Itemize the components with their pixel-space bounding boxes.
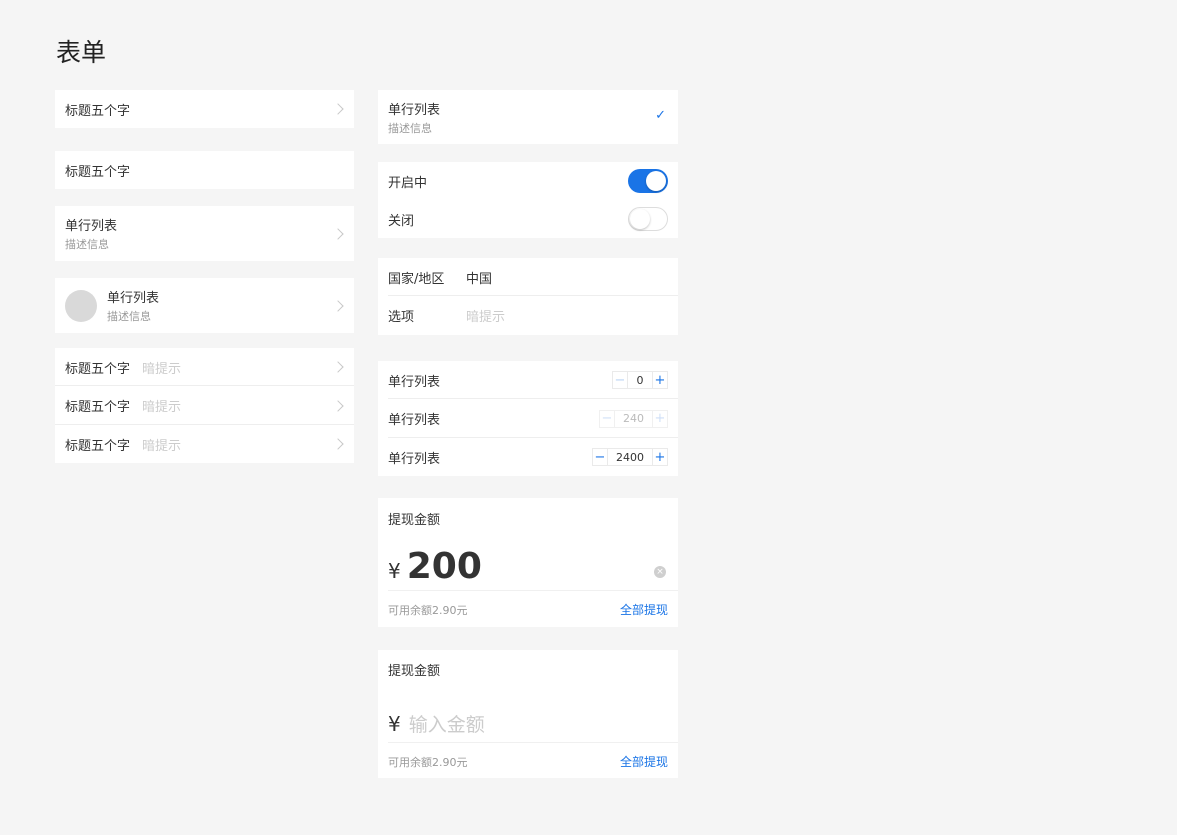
toggle-switch-off[interactable] [628,207,668,231]
minus-button[interactable]: − [599,409,615,428]
chevron-right-icon [332,438,344,450]
switch-label: 开启中 [388,175,428,191]
amount-input[interactable]: ¥ 200 [388,546,482,587]
field-label: 国家/地区 [388,271,445,287]
plus-button[interactable]: + [652,409,668,428]
avatar-row-card[interactable]: 单行列表 描述信息 [55,278,354,333]
list-item[interactable]: 标题五个字 暗提示 [55,425,354,463]
checkmark-icon: ✓ [655,108,666,123]
amount-input[interactable]: ¥ 输入金额 [388,710,485,737]
chevron-right-icon [332,361,344,373]
stepper-label: 单行列表 [388,451,441,467]
plain-row-card: 标题五个字 [55,151,354,189]
stepper-label: 单行列表 [388,374,441,390]
field-row[interactable]: 选项 暗提示 [378,296,678,335]
currency-symbol: ¥ [388,559,401,583]
row-title: 单行列表 [65,219,118,234]
list-item[interactable]: 标题五个字 暗提示 [55,386,354,425]
plain-row: 标题五个字 [55,151,354,189]
country-field[interactable]: 中国 [466,268,492,287]
quantity-stepper: − 2400 + [592,448,668,466]
balance-text: 可用余额2.90元 [388,604,468,617]
chevron-right-icon [332,103,344,115]
row-hint: 暗提示 [142,361,182,377]
minus-button[interactable]: − [592,448,608,466]
divider [388,590,678,591]
stepper-row: 单行列表 − 2400 + [378,438,678,476]
field-card: 国家/地区 中国 选项 暗提示 [378,258,678,335]
row-title: 标题五个字 [65,400,131,415]
quantity-stepper: − 0 + [612,371,668,389]
toggle-knob [646,171,666,191]
row-hint: 暗提示 [142,438,182,454]
avatar-row[interactable]: 单行列表 描述信息 [55,278,354,333]
stepper-card: 单行列表 − 0 + 单行列表 − 240 + 单行列表 − 2400 + [378,361,678,476]
select-row-card[interactable]: 单行列表 描述信息 ✓ [378,90,678,144]
stepper-label: 单行列表 [388,413,441,428]
row-hint: 暗提示 [142,400,182,415]
select-row[interactable]: 单行列表 描述信息 ✓ [378,90,678,144]
withdraw-all-link[interactable]: 全部提现 [620,753,668,770]
avatar [65,289,97,322]
currency-symbol: ¥ [388,712,401,736]
chevron-right-icon [332,299,344,312]
divider [388,742,678,743]
withdraw-all-link[interactable]: 全部提现 [620,601,668,618]
hint-group-card: 标题五个字 暗提示 标题五个字 暗提示 标题五个字 暗提示 [55,348,354,463]
withdraw-label: 提现金额 [388,513,441,528]
nav-row-card[interactable]: 标题五个字 [55,90,354,128]
desc-row[interactable]: 单行列表 描述信息 [55,206,354,261]
toggle-knob [630,209,650,229]
nav-row[interactable]: 标题五个字 [55,90,354,128]
list-item[interactable]: 标题五个字 暗提示 [55,348,354,386]
desc-row-card[interactable]: 单行列表 描述信息 [55,206,354,261]
row-description: 描述信息 [388,121,432,135]
row-title: 标题五个字 [65,164,131,180]
chevron-right-icon [332,227,344,240]
row-description: 描述信息 [65,238,109,251]
stepper-row: 单行列表 − 0 + [378,361,678,399]
stepper-value[interactable]: 240 [615,409,652,428]
page-title: 表单 [56,38,107,67]
amount-placeholder: 输入金额 [408,714,485,736]
row-title: 标题五个字 [65,361,131,377]
plus-button[interactable]: + [652,371,668,389]
field-label: 选项 [388,310,415,325]
row-title: 标题五个字 [65,103,131,119]
withdraw-label: 提现金额 [388,664,441,679]
chevron-right-icon [332,399,344,412]
stepper-row: 单行列表 − 240 + [378,399,678,438]
stepper-value[interactable]: 2400 [608,448,652,466]
row-title: 单行列表 [107,291,160,306]
row-title: 标题五个字 [65,438,131,454]
clear-icon[interactable]: × [654,566,666,578]
row-description: 描述信息 [107,310,151,323]
switch-row: 开启中 [378,162,678,200]
switch-row: 关闭 [378,200,678,238]
switch-label: 关闭 [388,213,415,229]
option-input[interactable]: 暗提示 [466,306,505,325]
amount-value: 200 [406,546,482,587]
row-title: 单行列表 [388,102,441,118]
withdraw-card-filled: 提现金额 ¥ 200 × 可用余额2.90元 全部提现 [378,498,678,627]
toggle-switch-on[interactable] [628,169,668,193]
minus-button[interactable]: − [612,371,628,389]
field-row[interactable]: 国家/地区 中国 [378,258,678,296]
balance-text: 可用余额2.90元 [388,756,468,769]
quantity-stepper: − 240 + [599,409,668,428]
withdraw-card-empty: 提现金额 ¥ 输入金额 可用余额2.90元 全部提现 [378,650,678,778]
plus-button[interactable]: + [652,448,668,466]
stepper-value[interactable]: 0 [628,371,652,389]
switch-card: 开启中 关闭 [378,162,678,238]
